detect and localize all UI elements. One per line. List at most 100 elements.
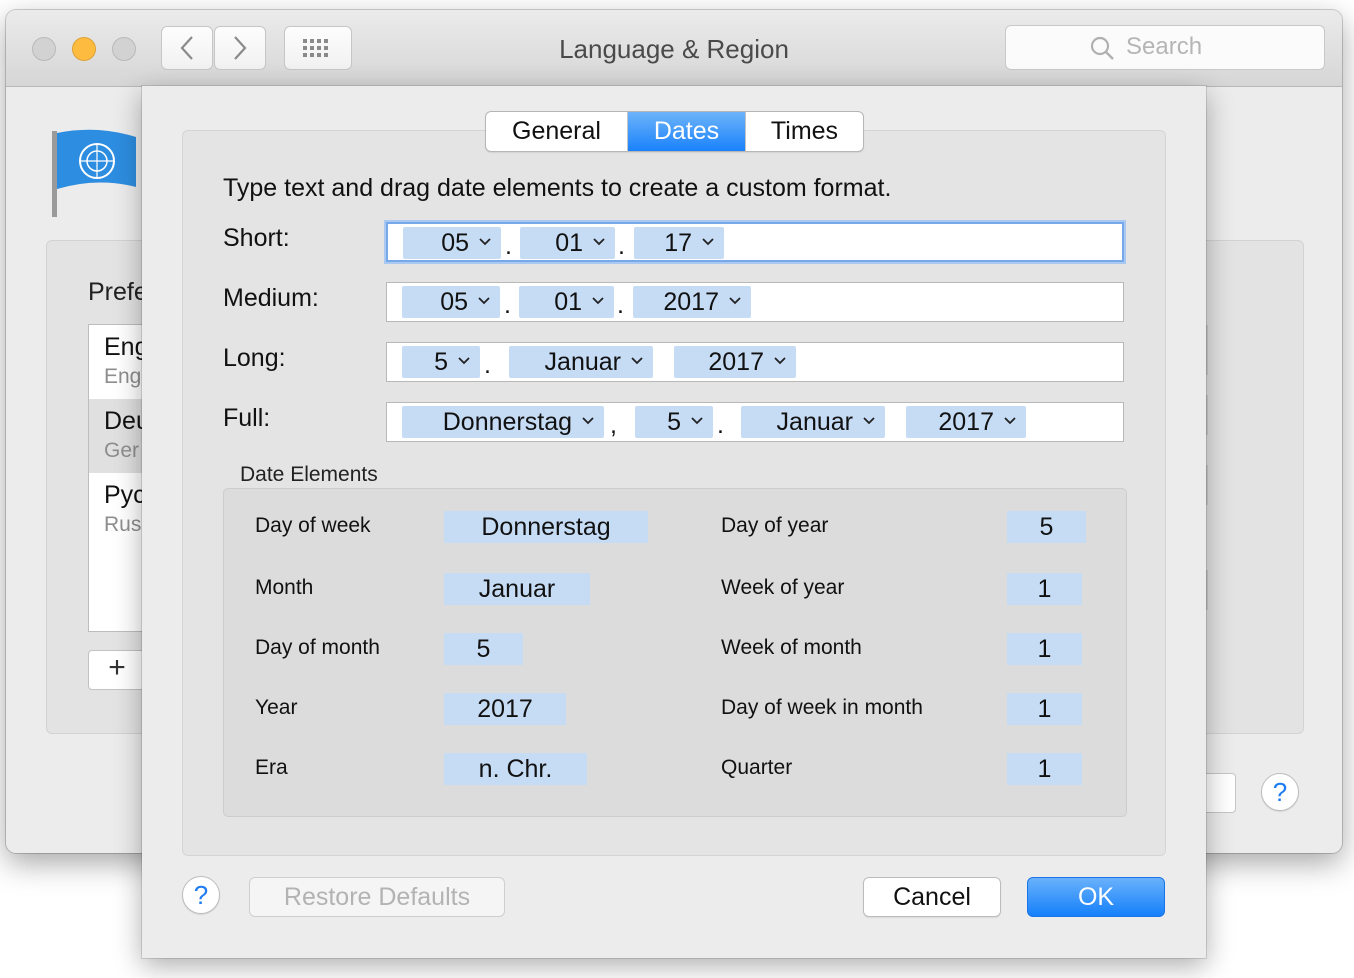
chevron-down-icon xyxy=(729,297,741,305)
full-format-field[interactable]: Donnerstag , 5 . Januar 2017 xyxy=(386,402,1124,442)
chevron-down-icon xyxy=(593,238,605,246)
element-label: Day of year xyxy=(721,514,829,537)
date-token[interactable]: Januar xyxy=(509,346,653,378)
separator: . xyxy=(618,232,625,260)
long-format-label: Long: xyxy=(223,344,286,372)
titlebar: Language & Region Search xyxy=(6,10,1342,87)
date-token[interactable]: 05 xyxy=(403,227,501,259)
cancel-button[interactable]: Cancel xyxy=(863,877,1001,917)
search-input[interactable]: Search xyxy=(1005,25,1325,70)
element-label: Day of week in month xyxy=(721,696,923,719)
draggable-month[interactable]: Januar xyxy=(444,573,590,605)
date-token[interactable]: Donnerstag xyxy=(402,406,604,438)
separator: . xyxy=(717,411,724,439)
date-token[interactable]: 01 xyxy=(519,286,614,318)
divider xyxy=(1206,570,1208,610)
draggable-day-of-week-in-month[interactable]: 1 xyxy=(1007,693,1082,725)
medium-format-label: Medium: xyxy=(223,284,319,312)
element-label: Week of year xyxy=(721,576,845,599)
draggable-day-of-year[interactable]: 5 xyxy=(1007,511,1086,543)
date-token[interactable]: 05 xyxy=(402,286,500,318)
divider xyxy=(1206,465,1208,505)
divider xyxy=(1206,395,1208,435)
element-label: Day of month xyxy=(255,636,380,659)
language-subtitle: Ger xyxy=(104,439,140,462)
draggable-era[interactable]: n. Chr. xyxy=(444,753,587,785)
tab-dates[interactable]: Dates xyxy=(628,112,745,151)
date-elements-box: Day of week Donnerstag Month Januar Day … xyxy=(223,488,1127,817)
token-value: Donnerstag xyxy=(442,408,572,436)
add-language-button[interactable]: + xyxy=(88,650,146,690)
full-format-label: Full: xyxy=(223,404,271,432)
draggable-week-of-month[interactable]: 1 xyxy=(1007,633,1082,665)
draggable-day-of-month[interactable]: 5 xyxy=(444,633,523,665)
chevron-down-icon xyxy=(702,238,714,246)
search-placeholder: Search xyxy=(1126,33,1203,60)
search-icon xyxy=(1090,36,1114,60)
separator: . xyxy=(504,291,511,319)
tab-times[interactable]: Times xyxy=(745,112,863,151)
separator: . xyxy=(505,232,512,260)
chevron-down-icon xyxy=(691,417,703,425)
language-subtitle: Rus xyxy=(104,513,142,536)
chevron-down-icon xyxy=(631,357,643,365)
element-label: Week of month xyxy=(721,636,862,659)
long-format-field[interactable]: 5 . Januar 2017 xyxy=(386,342,1124,382)
help-button[interactable]: ? xyxy=(1261,773,1299,811)
short-format-field[interactable]: 05 . 01 . 17 xyxy=(386,222,1124,262)
chevron-down-icon xyxy=(592,297,604,305)
element-label: Month xyxy=(255,576,314,599)
date-token[interactable]: Januar xyxy=(741,406,885,438)
chevron-down-icon xyxy=(478,297,490,305)
token-value: 5 xyxy=(667,408,681,436)
language-name: Pyc xyxy=(104,481,146,509)
draggable-day-of-week[interactable]: Donnerstag xyxy=(444,511,648,543)
language-subtitle: Eng xyxy=(104,365,142,388)
medium-format-field[interactable]: 05 . 01 . 2017 xyxy=(386,282,1124,322)
token-value: 05 xyxy=(441,229,469,257)
date-token[interactable]: 01 xyxy=(520,227,615,259)
date-token[interactable]: 2017 xyxy=(674,346,796,378)
token-value: 01 xyxy=(554,288,582,316)
date-elements-title: Date Elements xyxy=(240,463,378,486)
chevron-down-icon xyxy=(479,238,491,246)
element-label: Era xyxy=(255,756,288,779)
token-value: Januar xyxy=(776,408,853,436)
divider xyxy=(1206,325,1208,375)
instruction-text: Type text and drag date elements to crea… xyxy=(223,174,892,202)
draggable-week-of-year[interactable]: 1 xyxy=(1007,573,1082,605)
chevron-down-icon xyxy=(774,357,786,365)
date-token[interactable]: 5 xyxy=(635,406,713,438)
token-value: Januar xyxy=(544,348,621,376)
restore-defaults-button[interactable]: Restore Defaults xyxy=(249,877,505,917)
chevron-down-icon xyxy=(1004,417,1016,425)
date-token[interactable]: 17 xyxy=(634,227,724,259)
element-label: Day of week xyxy=(255,514,371,537)
date-token[interactable]: 2017 xyxy=(633,286,751,318)
tab-bar: General Dates Times xyxy=(485,111,864,152)
token-value: 17 xyxy=(664,229,692,257)
tab-general[interactable]: General xyxy=(486,112,628,151)
date-token[interactable]: 2017 xyxy=(906,406,1026,438)
ok-button[interactable]: OK xyxy=(1027,877,1165,917)
un-flag-icon xyxy=(52,129,136,217)
token-value: 01 xyxy=(555,229,583,257)
element-label: Year xyxy=(255,696,298,719)
date-token[interactable]: 5 xyxy=(402,346,480,378)
chevron-down-icon xyxy=(863,417,875,425)
token-value: 05 xyxy=(440,288,468,316)
short-format-label: Short: xyxy=(223,224,290,252)
help-button[interactable]: ? xyxy=(182,876,220,914)
token-value: 2017 xyxy=(663,288,719,316)
separator: . xyxy=(617,291,624,319)
draggable-quarter[interactable]: 1 xyxy=(1007,753,1082,785)
token-value: 2017 xyxy=(708,348,764,376)
token-value: 5 xyxy=(434,348,448,376)
preferred-languages-label: Prefe xyxy=(88,278,148,306)
separator: . xyxy=(484,351,491,379)
separator: , xyxy=(610,411,617,439)
draggable-year[interactable]: 2017 xyxy=(444,693,566,725)
chevron-down-icon xyxy=(458,357,470,365)
chevron-down-icon xyxy=(582,417,594,425)
date-format-sheet: General Dates Times Type text and drag d… xyxy=(142,86,1206,958)
